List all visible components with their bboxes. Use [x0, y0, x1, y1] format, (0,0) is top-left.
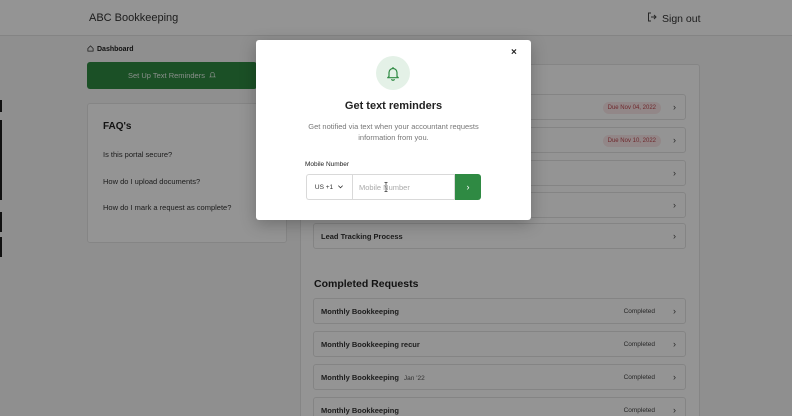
- text-cursor-icon: [384, 182, 388, 192]
- edge-marker: [0, 120, 2, 200]
- text-reminders-modal: × Get text reminders Get notified via te…: [256, 40, 531, 220]
- mobile-number-label: Mobile Number: [305, 161, 350, 168]
- chevron-down-icon: [337, 183, 344, 192]
- edge-marker: [0, 237, 2, 257]
- edge-marker: [0, 212, 2, 232]
- country-code-select[interactable]: US +1: [306, 174, 352, 200]
- modal-title: Get text reminders: [344, 100, 443, 112]
- mobile-number-input[interactable]: [352, 174, 455, 200]
- chevron-right-icon: ›: [466, 182, 470, 192]
- bell-icon: [387, 67, 399, 81]
- modal-description: Get notified via text when your accounta…: [308, 122, 479, 142]
- bell-icon-badge: [376, 56, 410, 90]
- submit-phone-button[interactable]: ›: [455, 174, 481, 200]
- close-icon[interactable]: ×: [511, 48, 517, 58]
- country-code-value: US +1: [314, 183, 334, 191]
- edge-marker: [0, 100, 2, 112]
